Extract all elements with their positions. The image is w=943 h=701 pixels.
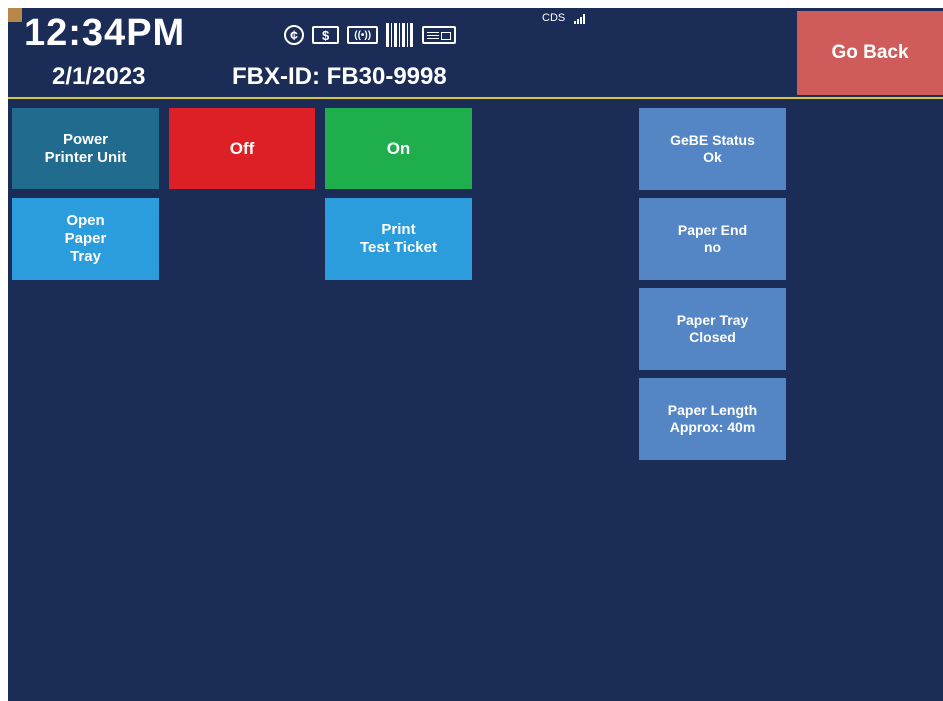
power-on-button[interactable]: On <box>325 108 472 189</box>
power-printer-unit-label: Power Printer Unit <box>12 108 159 189</box>
printer-control-screen: 12:34PM 2/1/2023 FBX-ID: FB30-9998 ¢ $ (… <box>8 8 943 701</box>
clock-time: 12:34PM <box>24 12 186 54</box>
go-back-button[interactable]: Go Back <box>797 11 943 95</box>
status-icon-bar: ¢ $ ((•)) <box>284 22 457 48</box>
power-off-button[interactable]: Off <box>169 108 315 189</box>
ticket-icon <box>422 26 457 44</box>
paper-tray-status-tile: Paper Tray Closed <box>639 288 786 370</box>
paper-end-status-tile: Paper End no <box>639 198 786 280</box>
current-date: 2/1/2023 <box>52 63 146 90</box>
dollar-bill-icon: $ <box>312 26 340 44</box>
corner-marker <box>8 8 22 22</box>
paper-length-status-tile: Paper Length Approx: 40m <box>639 378 786 460</box>
cds-label: CDS <box>542 12 566 24</box>
open-paper-tray-button[interactable]: Open Paper Tray <box>12 198 159 280</box>
header-bar: 12:34PM 2/1/2023 FBX-ID: FB30-9998 ¢ $ (… <box>8 8 943 96</box>
signal-icon <box>574 14 586 24</box>
fbx-id-label: FBX-ID: FB30-9998 <box>232 63 447 90</box>
barcode-icon <box>386 23 415 47</box>
wireless-icon: ((•)) <box>347 26 379 44</box>
gebe-status-tile: GeBE Status Ok <box>639 108 786 190</box>
coin-icon: ¢ <box>284 25 304 45</box>
print-test-ticket-button[interactable]: Print Test Ticket <box>325 198 472 280</box>
header-divider <box>8 97 943 99</box>
